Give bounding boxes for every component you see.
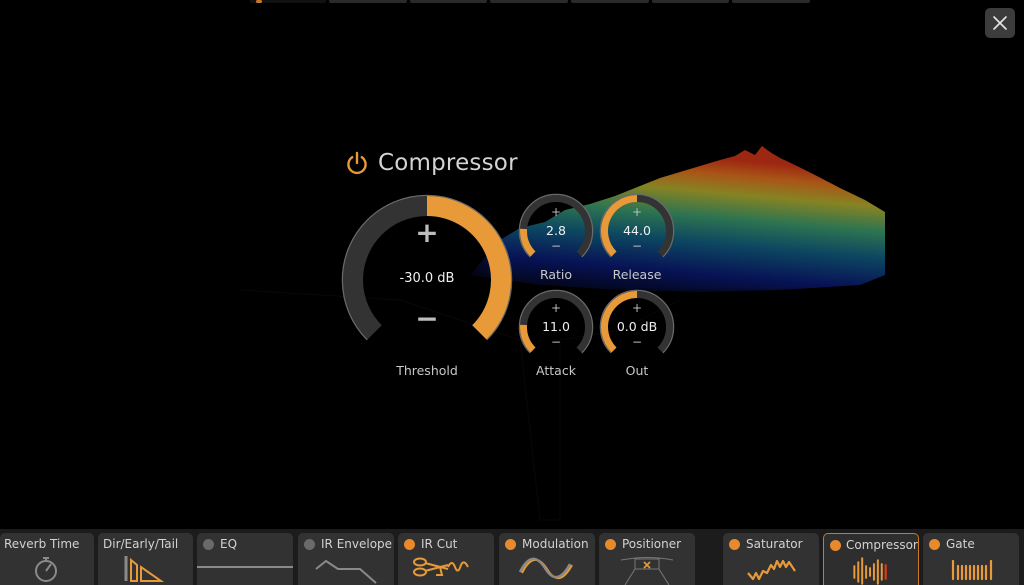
attack-decrement-button[interactable]: − (518, 335, 594, 349)
top-tab[interactable] (250, 0, 326, 3)
tab-led[interactable] (505, 539, 516, 550)
out-increment-button[interactable]: + (599, 301, 675, 315)
panel-header: Compressor (344, 150, 518, 176)
tab-saturator[interactable]: Saturator (723, 533, 819, 585)
tab-led[interactable] (729, 539, 740, 550)
threshold-value: -30.0 dB (399, 271, 455, 286)
release-increment-button[interactable]: + (599, 205, 675, 219)
tab-led[interactable] (304, 539, 315, 550)
ratio-knob[interactable]: + 2.8 − (518, 193, 594, 269)
positioner-icon (620, 557, 674, 585)
ratio-value: 2.8 (546, 223, 566, 238)
attack-increment-button[interactable]: + (518, 301, 594, 315)
out-label: Out (625, 363, 649, 378)
close-button[interactable] (985, 8, 1015, 38)
tab-led[interactable] (404, 539, 415, 550)
sine-wave-icon (518, 557, 573, 579)
tab-led[interactable] (830, 540, 841, 551)
top-tab[interactable] (409, 0, 488, 3)
out-decrement-button[interactable]: − (599, 335, 675, 349)
tab-label: Saturator (746, 537, 803, 551)
tab-eq[interactable]: EQ (197, 533, 293, 585)
tab-label: Positioner (622, 537, 682, 551)
tab-label: Compressor (846, 538, 918, 552)
attack-knob[interactable]: + 11.0 − (518, 289, 594, 365)
power-icon[interactable] (344, 150, 370, 176)
threshold-knob[interactable]: + -30.0 dB − (341, 194, 513, 354)
tab-led[interactable] (605, 539, 616, 550)
top-tab[interactable] (571, 0, 649, 3)
tab-label: Gate (946, 537, 975, 551)
tab-ir-cut[interactable]: IR Cut (398, 533, 494, 585)
eq-flat-line-icon (197, 566, 293, 568)
threshold-label: Threshold (396, 363, 458, 378)
tab-label: IR Envelope (321, 537, 393, 551)
waveform-bars-icon (853, 557, 887, 585)
tab-led[interactable] (203, 539, 214, 550)
top-tab[interactable] (651, 0, 730, 3)
out-value: 0.0 dB (616, 319, 658, 334)
threshold-decrement-button[interactable]: − (341, 302, 513, 335)
out-knob[interactable]: + 0.0 dB − (599, 289, 675, 365)
envelope-line-icon (315, 559, 377, 584)
release-value: 44.0 (623, 223, 651, 238)
close-icon (993, 16, 1007, 30)
tab-label: Reverb Time (4, 537, 80, 551)
release-decrement-button[interactable]: − (599, 239, 675, 253)
tab-reverb-time[interactable]: Reverb Time (0, 533, 94, 585)
tab-label: IR Cut (421, 537, 458, 551)
top-tab-strip-cutoff (250, 0, 811, 3)
tab-compressor[interactable]: Compressor (823, 533, 919, 585)
release-label: Release (612, 267, 662, 282)
ratio-label: Ratio (539, 267, 573, 282)
tab-dir-early-tail[interactable]: Dir/Early/Tail (98, 533, 193, 585)
ratio-decrement-button[interactable]: − (518, 239, 594, 253)
tab-modulation[interactable]: Modulation (499, 533, 595, 585)
top-tab[interactable] (329, 0, 407, 3)
attack-value: 11.0 (542, 319, 570, 334)
top-tab[interactable] (490, 0, 569, 3)
tab-gate[interactable]: Gate (923, 533, 1019, 585)
panel-title: Compressor (378, 150, 518, 176)
tab-led[interactable] (929, 539, 940, 550)
tab-ir-envelope[interactable]: IR Envelope (298, 533, 394, 585)
tab-label: Dir/Early/Tail (103, 537, 179, 551)
tab-label: EQ (220, 537, 238, 551)
threshold-increment-button[interactable]: + (341, 216, 513, 249)
tab-label: Modulation (522, 537, 589, 551)
release-knob[interactable]: + 44.0 − (599, 193, 675, 269)
module-tab-bar: Reverb Time Dir/Early/Tail EQ IR Envelop… (0, 529, 1024, 585)
ratio-increment-button[interactable]: + (518, 205, 594, 219)
zigzag-icon (747, 559, 796, 581)
dir-early-tail-icon (124, 556, 165, 582)
top-tab[interactable] (732, 0, 811, 3)
gate-bars-icon (951, 559, 993, 581)
compressor-window: Compressor + -30.0 dB − Threshold + 2.8 … (0, 0, 1024, 585)
scissors-icon (413, 557, 469, 577)
attack-label: Attack (536, 363, 576, 378)
stopwatch-icon (35, 557, 57, 582)
tab-positioner[interactable]: Positioner (599, 533, 695, 585)
